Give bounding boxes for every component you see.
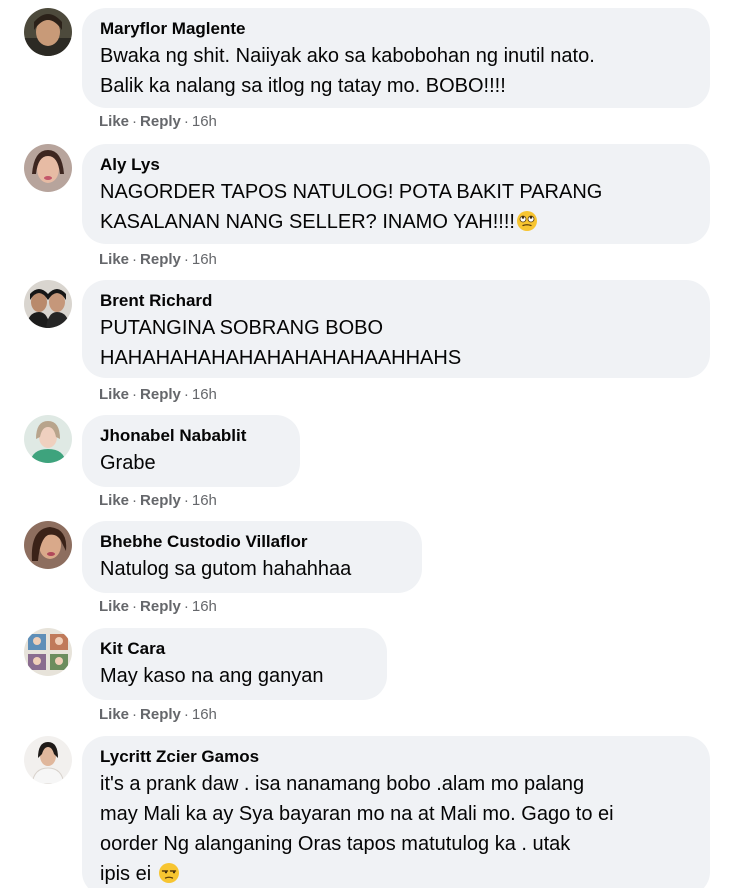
comment-timestamp[interactable]: 16h <box>192 251 217 268</box>
avatar[interactable] <box>24 736 72 784</box>
avatar[interactable] <box>24 628 72 676</box>
avatar-photo-icon <box>24 144 72 192</box>
avatar[interactable] <box>24 415 72 463</box>
like-link[interactable]: Like <box>99 598 129 615</box>
comment-timestamp[interactable]: 16h <box>192 492 217 509</box>
comment-author[interactable]: Aly Lys <box>100 153 690 177</box>
comment-actions: Like · Reply · 16h <box>99 251 217 269</box>
face-with-rolling-eyes-emoji-icon <box>516 211 537 231</box>
comment-actions: Like · Reply · 16h <box>99 113 217 131</box>
like-link[interactable]: Like <box>99 251 129 268</box>
comment-text: PUTANGINA SOBRANG BOBO HAHAHAHAHAHAHAHAH… <box>100 317 462 369</box>
separator-dot: · <box>132 251 138 268</box>
comment-author[interactable]: Bhebhe Custodio Villaflor <box>100 530 402 554</box>
comment-bubble: Aly Lys NAGORDER TAPOS NATULOG! POTA BAK… <box>82 144 710 244</box>
comment-actions: Like · Reply · 16h <box>99 598 217 616</box>
reply-link[interactable]: Reply <box>140 598 181 615</box>
avatar-photo-icon <box>24 521 72 569</box>
unamused-face-emoji-icon <box>158 863 179 883</box>
comment-bubble: Brent Richard PUTANGINA SOBRANG BOBO HAH… <box>82 280 710 378</box>
comment-bubble: Jhonabel Nabablit Grabe <box>82 415 300 487</box>
comment-bubble: Lycritt Zcier Gamos it's a prank daw . i… <box>82 736 710 888</box>
separator-dot: · <box>183 706 189 723</box>
comment-text: Bwaka ng shit. Naiiyak ako sa kabobohan … <box>100 45 595 97</box>
avatar[interactable] <box>24 8 72 56</box>
comment-author[interactable]: Jhonabel Nabablit <box>100 424 280 448</box>
reply-link[interactable]: Reply <box>140 386 181 403</box>
separator-dot: · <box>183 251 189 268</box>
separator-dot: · <box>132 492 138 509</box>
comment-actions: Like · Reply · 16h <box>99 492 217 510</box>
comment-author[interactable]: Kit Cara <box>100 637 367 661</box>
comment-author[interactable]: Brent Richard <box>100 289 690 313</box>
avatar-photo-icon <box>24 628 72 676</box>
like-link[interactable]: Like <box>99 492 129 509</box>
comment-author[interactable]: Lycritt Zcier Gamos <box>100 745 690 769</box>
comment-timestamp[interactable]: 16h <box>192 386 217 403</box>
comment-text: May kaso na ang ganyan <box>100 665 324 687</box>
avatar[interactable] <box>24 144 72 192</box>
comment-author[interactable]: Maryflor Maglente <box>100 17 690 41</box>
separator-dot: · <box>183 113 189 130</box>
like-link[interactable]: Like <box>99 113 129 130</box>
separator-dot: · <box>132 598 138 615</box>
comment-text: NAGORDER TAPOS NATULOG! POTA BAKIT PARAN… <box>100 177 690 237</box>
comment-bubble: Bhebhe Custodio Villaflor Natulog sa gut… <box>82 521 422 593</box>
comment-actions: Like · Reply · 16h <box>99 706 217 724</box>
reply-link[interactable]: Reply <box>140 113 181 130</box>
separator-dot: · <box>132 706 138 723</box>
comment-text: Natulog sa gutom hahahhaa <box>100 558 352 580</box>
comment-bubble: Kit Cara May kaso na ang ganyan <box>82 628 387 700</box>
like-link[interactable]: Like <box>99 386 129 403</box>
avatar-photo-icon <box>24 736 72 784</box>
reply-link[interactable]: Reply <box>140 492 181 509</box>
comment-text: it's a prank daw . isa nanamang bobo .al… <box>100 769 690 888</box>
comment-timestamp[interactable]: 16h <box>192 706 217 723</box>
separator-dot: · <box>183 492 189 509</box>
avatar-photo-icon <box>24 280 72 328</box>
reply-link[interactable]: Reply <box>140 251 181 268</box>
avatar-photo-icon <box>24 415 72 463</box>
like-link[interactable]: Like <box>99 706 129 723</box>
comment-timestamp[interactable]: 16h <box>192 113 217 130</box>
comment-timestamp[interactable]: 16h <box>192 598 217 615</box>
comment-text: Grabe <box>100 452 156 474</box>
avatar[interactable] <box>24 280 72 328</box>
avatar-photo-icon <box>24 8 72 56</box>
separator-dot: · <box>183 598 189 615</box>
separator-dot: · <box>183 386 189 403</box>
reply-link[interactable]: Reply <box>140 706 181 723</box>
comment-list: Maryflor Maglente Bwaka ng shit. Naiiyak… <box>0 0 750 888</box>
separator-dot: · <box>132 113 138 130</box>
avatar[interactable] <box>24 521 72 569</box>
comment-actions: Like · Reply · 16h <box>99 386 217 404</box>
comment-bubble: Maryflor Maglente Bwaka ng shit. Naiiyak… <box>82 8 710 108</box>
separator-dot: · <box>132 386 138 403</box>
